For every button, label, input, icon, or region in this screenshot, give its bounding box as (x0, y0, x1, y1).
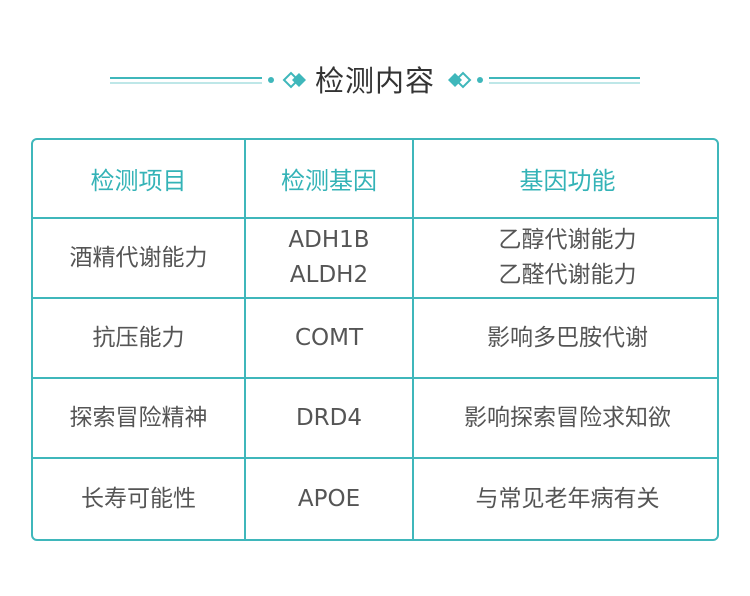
table-header-row: 检测项目 检测基因 基因功能 (33, 140, 717, 219)
gene-cell: COMT (244, 297, 414, 379)
column-header-gene: 检测基因 (244, 140, 414, 219)
gene-name: DRD4 (295, 404, 363, 431)
table-row: 长寿可能性 APOE 与常见老年病有关 (33, 457, 717, 539)
function-text: 乙醛代谢能力 (498, 262, 637, 288)
gene-name: ALDH2 (289, 262, 369, 288)
function-text: 影响多巴胺代谢 (487, 324, 648, 351)
column-header-function: 基因功能 (412, 140, 717, 219)
function-cell: 影响多巴胺代谢 (412, 297, 717, 379)
detection-table: 检测项目 检测基因 基因功能 酒精代谢能力 ADH1B ALDH2 乙醇代谢能力… (31, 138, 719, 541)
function-text: 乙醇代谢能力 (498, 227, 637, 253)
table-row: 酒精代谢能力 ADH1B ALDH2 乙醇代谢能力 乙醛代谢能力 (33, 217, 717, 299)
section-header: 检测内容 (0, 56, 750, 106)
item-cell: 酒精代谢能力 (33, 217, 246, 299)
column-header-item: 检测项目 (33, 140, 246, 219)
table-row: 探索冒险精神 DRD4 影响探索冒险求知欲 (33, 377, 717, 459)
gene-name: ADH1B (288, 227, 370, 253)
item-cell: 探索冒险精神 (33, 377, 246, 459)
page-title: 检测内容 (314, 64, 435, 98)
function-text: 与常见老年病有关 (475, 486, 660, 512)
gene-name: COMT (294, 324, 364, 351)
function-cell: 乙醇代谢能力 乙醛代谢能力 (412, 217, 717, 299)
function-cell: 影响探索冒险求知欲 (412, 377, 717, 459)
item-cell: 长寿可能性 (33, 457, 246, 539)
function-cell: 与常见老年病有关 (412, 457, 717, 539)
item-cell: 抗压能力 (33, 297, 246, 379)
gene-cell: ADH1B ALDH2 (244, 217, 414, 299)
gene-cell: APOE (244, 457, 414, 539)
gene-name: APOE (297, 486, 361, 512)
table-row: 抗压能力 COMT 影响多巴胺代谢 (33, 297, 717, 379)
gene-cell: DRD4 (244, 377, 414, 459)
function-text: 影响探索冒险求知欲 (464, 404, 671, 431)
